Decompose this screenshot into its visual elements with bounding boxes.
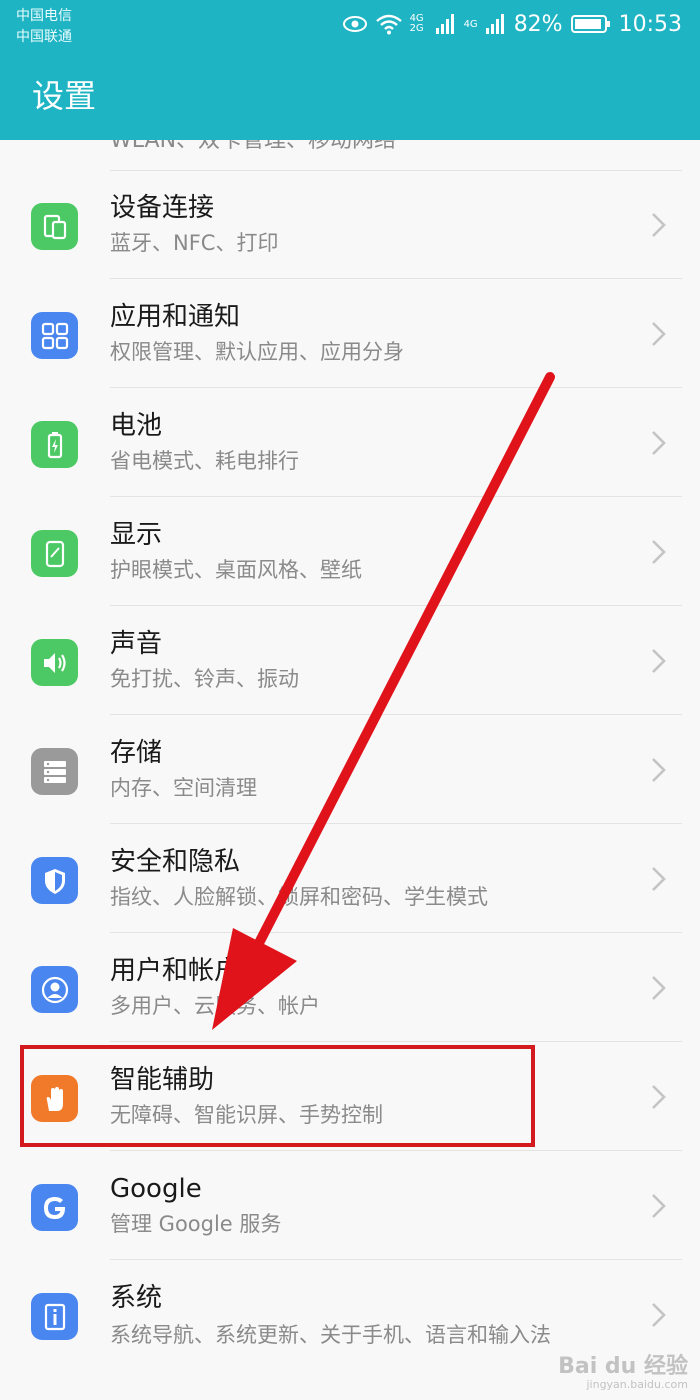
chevron-right-icon	[650, 1300, 668, 1330]
app-bar: 中国电信 中国联通 4G 2G 4G 82% 10:53 设置	[0, 0, 700, 140]
chevron-right-icon	[650, 210, 668, 240]
storage-icon	[31, 748, 78, 795]
chevron-right-icon	[650, 1082, 668, 1112]
network-type-2: 4G	[463, 18, 478, 30]
settings-item-subtitle: 指纹、人脸解锁、锁屏和密码、学生模式	[110, 885, 488, 909]
settings-item-subtitle: 内存、空间清理	[110, 776, 257, 800]
settings-item-title: 用户和帐户	[110, 956, 241, 986]
chevron-right-icon	[650, 319, 668, 349]
eye-comfort-icon	[342, 14, 368, 34]
settings-item-11[interactable]: 系统系统导航、系统更新、关于手机、语言和输入法	[0, 1260, 700, 1369]
system-info-icon	[31, 1293, 78, 1340]
settings-item-subtitle: 权限管理、默认应用、应用分身	[110, 340, 404, 364]
chevron-right-icon	[650, 1191, 668, 1221]
settings-item-subtitle: 管理 Google 服务	[110, 1212, 282, 1236]
wifi-icon	[375, 13, 402, 35]
settings-list[interactable]: WLAN、双卡管理、移动网络 设备连接蓝牙、NFC、打印应用和通知权限管理、默认…	[0, 140, 700, 1400]
battery-status-icon	[570, 14, 611, 34]
settings-item-subtitle: 免打扰、铃声、振动	[110, 667, 299, 691]
cut-off-item-subtitle: WLAN、双卡管理、移动网络	[110, 140, 397, 153]
watermark-sub: jingyan.baidu.com	[586, 1378, 688, 1391]
settings-item-10[interactable]: Google 管理 Google 服务	[0, 1151, 700, 1260]
chevron-right-icon	[650, 755, 668, 785]
settings-item-subtitle: 多用户、云服务、帐户	[110, 994, 320, 1018]
signal-icon-1	[435, 14, 456, 34]
settings-item-title: Google	[110, 1174, 202, 1204]
settings-item-3[interactable]: 电池省电模式、耗电排行	[0, 388, 700, 497]
chevron-right-icon	[650, 864, 668, 894]
google-icon	[31, 1184, 78, 1231]
user-icon	[31, 966, 78, 1013]
page-title: 设置	[32, 77, 97, 115]
settings-item-title: 显示	[110, 520, 163, 550]
apps-grid-icon	[31, 312, 78, 359]
settings-item-title: 声音	[110, 629, 163, 659]
settings-item-title: 系统	[110, 1283, 163, 1313]
clock: 10:53	[618, 11, 682, 37]
settings-item-title: 电池	[110, 411, 163, 441]
settings-item-6[interactable]: 存储 内存、空间清理	[0, 715, 700, 824]
settings-item-title: 应用和通知	[110, 302, 241, 332]
settings-item-subtitle: 护眼模式、桌面风格、壁纸	[110, 558, 362, 582]
shield-icon	[31, 857, 78, 904]
chevron-right-icon	[650, 973, 668, 1003]
settings-item-2[interactable]: 应用和通知权限管理、默认应用、应用分身	[0, 279, 700, 388]
device-connection-icon	[31, 203, 78, 250]
settings-item-title: 安全和隐私	[110, 847, 241, 877]
settings-item-subtitle: 蓝牙、NFC、打印	[110, 231, 279, 255]
settings-item-title: 设备连接	[110, 193, 215, 223]
settings-item-7[interactable]: 安全和隐私指纹、人脸解锁、锁屏和密码、学生模式	[0, 824, 700, 933]
watermark-main: Bai du 经验	[558, 1354, 688, 1379]
settings-item-4[interactable]: 显示护眼模式、桌面风格、壁纸	[0, 497, 700, 606]
settings-item-5[interactable]: 声音免打扰、铃声、振动	[0, 606, 700, 715]
settings-item-1[interactable]: 设备连接蓝牙、NFC、打印	[0, 170, 700, 279]
status-bar: 4G 2G 4G 82% 10:53	[342, 6, 682, 42]
carrier-1: 中国电信	[16, 8, 72, 24]
settings-item-subtitle: 省电模式、耗电排行	[110, 449, 299, 473]
highlight-box	[20, 1045, 535, 1147]
chevron-right-icon	[650, 537, 668, 567]
signal-icon-2	[485, 14, 506, 34]
battery-percent: 82%	[513, 11, 563, 37]
chevron-right-icon	[650, 646, 668, 676]
carrier-info: 中国电信 中国联通	[16, 6, 72, 48]
chevron-right-icon	[650, 428, 668, 458]
settings-item-title: 存储	[110, 738, 163, 768]
watermark: Bai du 经验 jingyan.baidu.com	[558, 1356, 688, 1392]
settings-item-subtitle: 系统导航、系统更新、关于手机、语言和输入法	[110, 1323, 551, 1347]
carrier-2: 中国联通	[16, 29, 72, 45]
network-type-1: 4G 2G	[409, 13, 424, 34]
speaker-icon	[31, 639, 78, 686]
display-icon	[31, 530, 78, 577]
settings-item-8[interactable]: 用户和帐户多用户、云服务、帐户	[0, 933, 700, 1042]
battery-icon	[31, 421, 78, 468]
